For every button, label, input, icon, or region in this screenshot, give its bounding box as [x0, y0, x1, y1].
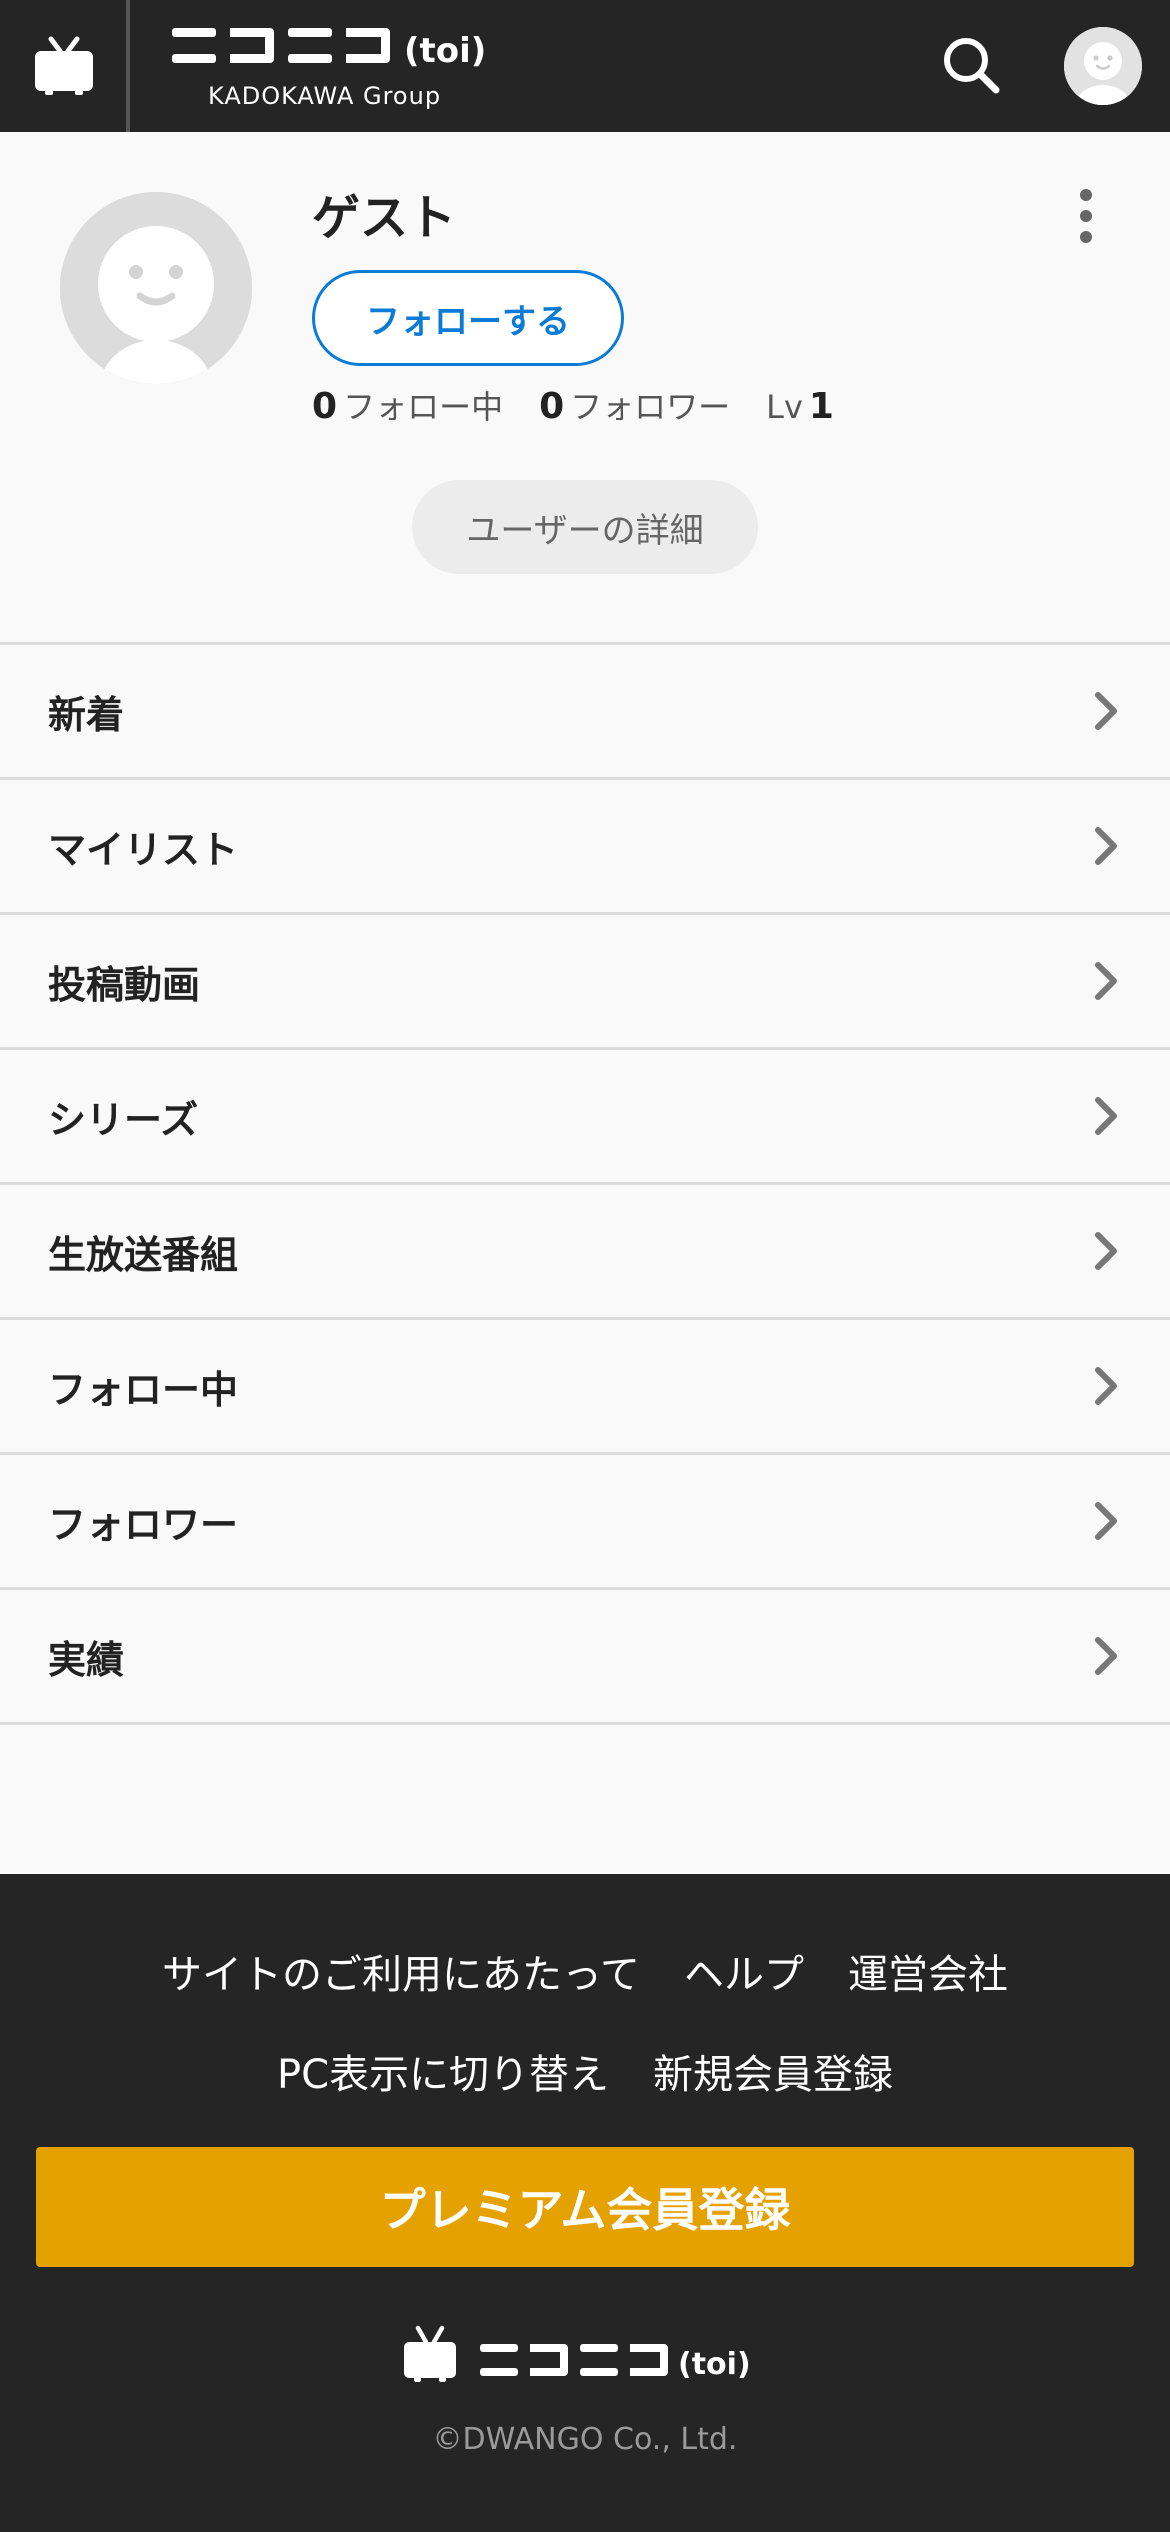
chevron-right-icon: [1095, 1367, 1117, 1405]
logo-subtitle: KADOKAWA Group: [208, 82, 442, 110]
footer-link-company[interactable]: 運営会社: [848, 1942, 1008, 2000]
footer-links-row: PC表示に切り替え 新規会員登録: [0, 2042, 1170, 2100]
menu-item-live[interactable]: 生放送番組: [0, 1185, 1170, 1320]
profile-menu: 新着 マイリスト 投稿動画 シリーズ 生放送番組 フォロー中 フォロワー 実績: [0, 642, 1170, 1725]
menu-item-label: マイリスト: [48, 827, 239, 872]
kebab-icon: [1080, 210, 1092, 222]
footer-link-pc-view[interactable]: PC表示に切り替え: [277, 2042, 609, 2100]
footer-link-help[interactable]: ヘルプ: [684, 1942, 804, 2000]
premium-register-button[interactable]: プレミアム会員登録: [36, 2147, 1134, 2267]
header-avatar[interactable]: [1064, 27, 1142, 105]
svg-text:(toi): (toi): [404, 31, 486, 71]
menu-item-following[interactable]: フォロー中: [0, 1320, 1170, 1455]
chevron-right-icon: [1095, 1502, 1117, 1540]
niconico-wordmark: (toi): [404, 2325, 751, 2382]
level-value: 1: [808, 386, 834, 427]
niconico-logo[interactable]: (toi) KADOKAWA Group: [168, 18, 498, 118]
menu-tv-button[interactable]: [0, 0, 128, 132]
search-button[interactable]: [936, 30, 1006, 100]
menu-item-series[interactable]: シリーズ: [0, 1050, 1170, 1185]
level-label: Lv: [766, 388, 803, 426]
user-stats: 0 フォロー中 0 フォロワー Lv 1: [312, 382, 840, 432]
avatar-icon: [60, 192, 252, 384]
svg-text:(toi): (toi): [678, 2347, 751, 2382]
follow-button[interactable]: フォローする: [312, 270, 624, 366]
chevron-right-icon: [1095, 1232, 1117, 1270]
menu-item-mylist[interactable]: マイリスト: [0, 780, 1170, 915]
menu-item-new[interactable]: 新着: [0, 645, 1170, 780]
follower-count: 0: [539, 386, 565, 427]
footer-link-terms[interactable]: サイトのご利用にあたって: [162, 1942, 640, 2000]
menu-item-followers[interactable]: フォロワー: [0, 1455, 1170, 1590]
chevron-right-icon: [1095, 962, 1117, 1000]
menu-item-achievements[interactable]: 実績: [0, 1590, 1170, 1725]
menu-item-label: 実績: [48, 1637, 125, 1682]
more-options-button[interactable]: [1066, 184, 1106, 248]
menu-item-label: 投稿動画: [48, 962, 201, 1007]
menu-item-label: フォロワー: [48, 1502, 239, 1547]
footer-link-register[interactable]: 新規会員登録: [653, 2042, 893, 2100]
menu-item-label: 生放送番組: [48, 1232, 239, 1277]
tv-icon: [35, 36, 93, 95]
copyright: ©DWANGO Co., Ltd.: [432, 2422, 738, 2457]
kebab-icon: [1080, 189, 1092, 201]
niconico-wordmark: (toi): [172, 28, 486, 71]
footer-logo[interactable]: (toi): [400, 2314, 780, 2394]
chevron-right-icon: [1095, 1637, 1117, 1675]
profile-avatar: [60, 192, 252, 384]
kebab-icon: [1080, 231, 1092, 243]
user-detail-button[interactable]: ユーザーの詳細: [412, 480, 758, 574]
site-footer: サイトのご利用にあたって ヘルプ 運営会社 PC表示に切り替え 新規会員登録 プ…: [0, 1874, 1170, 2532]
following-count: 0: [312, 386, 338, 427]
chevron-right-icon: [1095, 692, 1117, 730]
menu-item-label: フォロー中: [48, 1367, 239, 1412]
menu-item-label: シリーズ: [48, 1097, 199, 1142]
app-header: (toi) KADOKAWA Group: [0, 0, 1170, 132]
menu-item-label: 新着: [48, 692, 125, 737]
user-name: ゲスト: [312, 190, 457, 246]
footer-links-row: サイトのご利用にあたって ヘルプ 運営会社: [0, 1942, 1170, 2000]
following-label[interactable]: フォロー中: [343, 382, 503, 428]
chevron-right-icon: [1095, 1097, 1117, 1135]
menu-item-videos[interactable]: 投稿動画: [0, 915, 1170, 1050]
avatar-icon: [1064, 27, 1142, 105]
follower-label[interactable]: フォロワー: [570, 382, 730, 428]
header-divider: [126, 0, 130, 132]
chevron-right-icon: [1095, 827, 1117, 865]
search-icon: [944, 38, 1000, 94]
